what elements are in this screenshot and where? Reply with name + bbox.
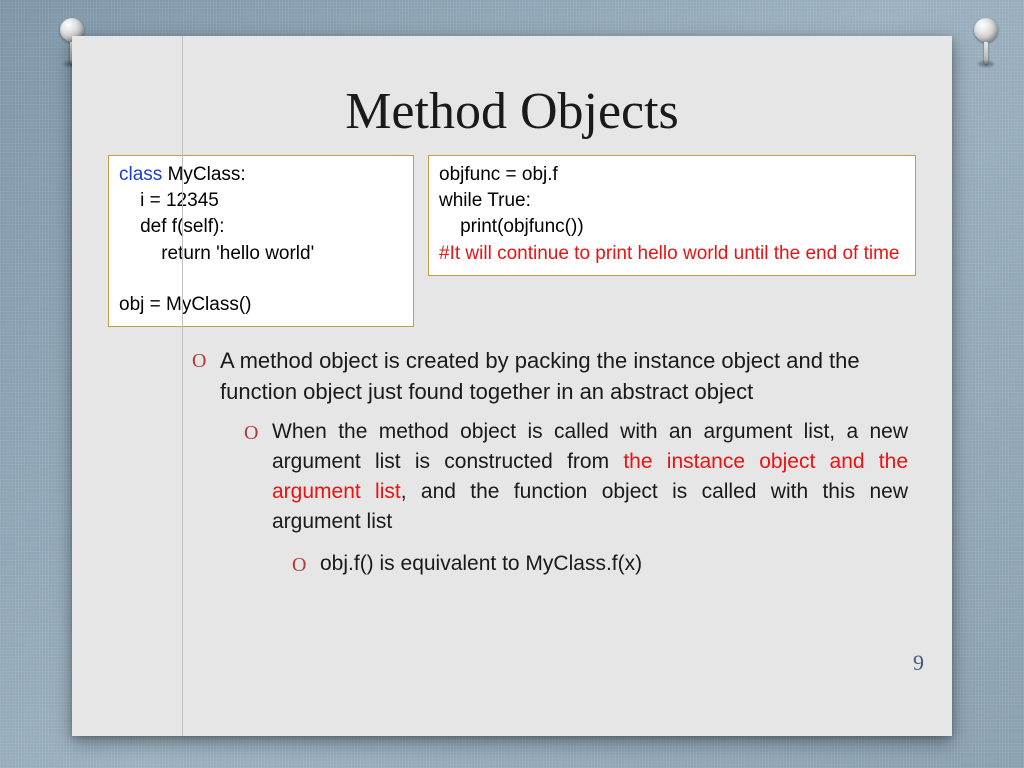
code-comment: #It will continue to print hello world u… (439, 241, 905, 267)
code-line: obj = MyClass() (119, 292, 403, 318)
keyword: class (119, 164, 162, 185)
slide-body: A method object is created by packing th… (72, 327, 952, 578)
margin-guideline (182, 36, 183, 736)
code-line: objfunc = obj.f (439, 162, 905, 188)
code-box-right: objfunc = obj.f while True: print(objfun… (428, 155, 916, 276)
slide-title: Method Objects (72, 36, 952, 155)
page-number: 9 (913, 650, 924, 676)
code-box-left: class MyClass: i = 12345 def f(self): re… (108, 155, 414, 327)
code-line: class MyClass: (119, 162, 403, 188)
bullet-text: obj.f() is equivalent to MyClass.f(x) (320, 552, 642, 575)
code-line: def f(self): (119, 214, 403, 240)
code-line: return 'hello world' (119, 241, 403, 267)
bullet-level3: obj.f() is equivalent to MyClass.f(x) (292, 549, 908, 578)
bullet-level1: A method object is created by packing th… (192, 345, 916, 578)
code-line: i = 12345 (119, 188, 403, 214)
code-line (119, 267, 403, 292)
code-row: class MyClass: i = 12345 def f(self): re… (72, 155, 952, 327)
code-line: print(objfunc()) (439, 214, 905, 240)
pushpin-right (972, 18, 1000, 66)
bullet-level2: When the method object is called with an… (244, 417, 916, 578)
code-line: while True: (439, 188, 905, 214)
slide-card: Method Objects class MyClass: i = 12345 … (72, 36, 952, 736)
bullet-text: A method object is created by packing th… (220, 348, 860, 404)
